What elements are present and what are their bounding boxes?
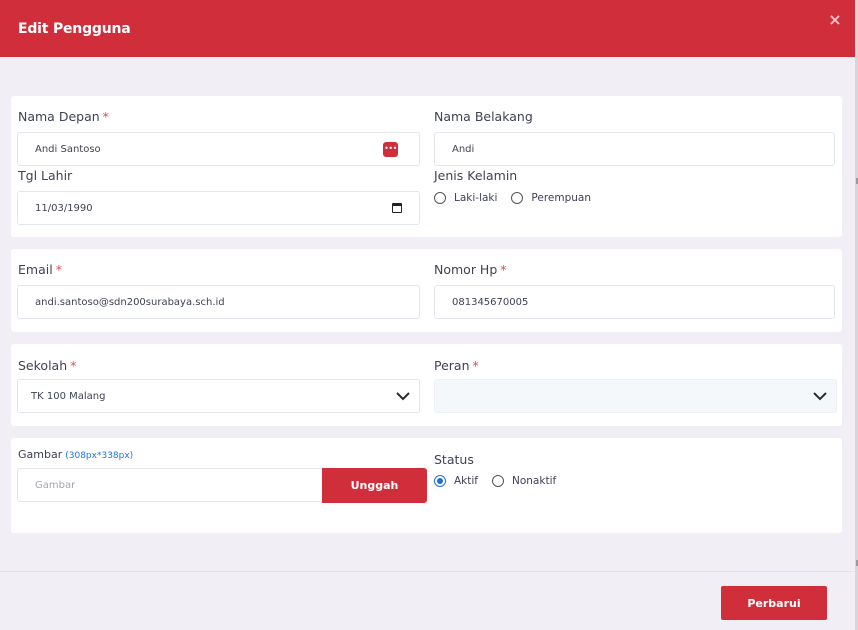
status-option-inactive[interactable]: Nonaktif: [512, 475, 556, 487]
image-placeholder: Gambar: [35, 479, 76, 491]
birth-date-value: 11/03/1990: [35, 202, 93, 214]
first-name-value: Andi Santoso: [35, 143, 101, 155]
last-name-label: Nama Belakang: [434, 109, 533, 124]
last-name-value: Andi: [452, 143, 475, 155]
footer-divider: [0, 571, 855, 572]
media-status-card: Gambar (308px*338px) Gambar Unggah Status…: [11, 438, 842, 533]
image-file-input[interactable]: Gambar Unggah: [17, 468, 427, 503]
calendar-icon[interactable]: [392, 203, 402, 213]
email-label-text: Email: [18, 262, 53, 277]
required-marker: *: [70, 358, 77, 373]
email-label: Email *: [18, 262, 62, 277]
required-marker: *: [472, 358, 479, 373]
status-radio-active[interactable]: [434, 475, 446, 487]
gender-option-female[interactable]: Perempuan: [531, 192, 591, 204]
email-value: andi.santoso@sdn200surabaya.sch.id: [35, 296, 225, 308]
birth-date-input[interactable]: 11/03/1990: [17, 191, 420, 225]
school-value: TK 100 Malang: [31, 390, 106, 402]
required-marker: *: [500, 262, 507, 277]
personal-info-card: Nama Depan * Andi Santoso ••• Nama Belaka…: [11, 96, 842, 237]
last-name-input[interactable]: Andi: [434, 132, 835, 166]
status-radio-group: Aktif Nonaktif: [434, 475, 570, 487]
birth-date-label: Tgl Lahir: [18, 168, 73, 183]
gender-radio-group: Laki-laki Perempuan: [434, 192, 605, 204]
gender-radio-female[interactable]: [511, 192, 524, 204]
phone-value: 081345670005: [452, 296, 529, 308]
role-label-text: Peran: [434, 358, 470, 373]
first-name-label: Nama Depan *: [18, 109, 109, 124]
first-name-input[interactable]: Andi Santoso •••: [17, 132, 420, 166]
image-label-text: Gambar: [18, 448, 63, 461]
phone-label-text: Nomor Hp: [434, 262, 498, 277]
upload-button[interactable]: Unggah: [322, 468, 427, 503]
status-option-active[interactable]: Aktif: [454, 475, 478, 487]
gender-radio-male[interactable]: [434, 192, 446, 204]
image-label: Gambar (308px*338px): [18, 448, 133, 461]
first-name-label-text: Nama Depan: [18, 109, 100, 124]
school-label: Sekolah *: [18, 358, 76, 373]
contact-card: Email * andi.santoso@sdn200surabaya.sch.i…: [11, 249, 842, 332]
modal-header: Edit Pengguna ×: [0, 0, 855, 57]
assignment-card: Sekolah * TK 100 Malang Peran *: [11, 344, 842, 426]
close-icon[interactable]: ×: [827, 12, 843, 28]
required-marker: *: [102, 109, 109, 124]
gender-label: Jenis Kelamin: [434, 168, 518, 183]
school-label-text: Sekolah: [18, 358, 68, 373]
chevron-down-icon: [813, 392, 827, 401]
chevron-down-icon: [396, 392, 410, 401]
phone-input[interactable]: 081345670005: [434, 285, 835, 319]
update-button[interactable]: Perbarui: [721, 586, 827, 620]
gender-option-male[interactable]: Laki-laki: [454, 192, 497, 204]
school-select[interactable]: TK 100 Malang: [17, 379, 420, 413]
role-label: Peran *: [434, 358, 479, 373]
email-input[interactable]: andi.santoso@sdn200surabaya.sch.id: [17, 285, 420, 319]
key-icon[interactable]: •••: [383, 142, 398, 157]
role-select[interactable]: [434, 379, 837, 413]
status-label: Status: [434, 452, 474, 467]
modal-title: Edit Pengguna: [18, 20, 131, 37]
required-marker: *: [55, 262, 62, 277]
status-radio-inactive[interactable]: [492, 475, 504, 487]
image-size-hint: (308px*338px): [65, 451, 134, 461]
phone-label: Nomor Hp *: [434, 262, 507, 277]
